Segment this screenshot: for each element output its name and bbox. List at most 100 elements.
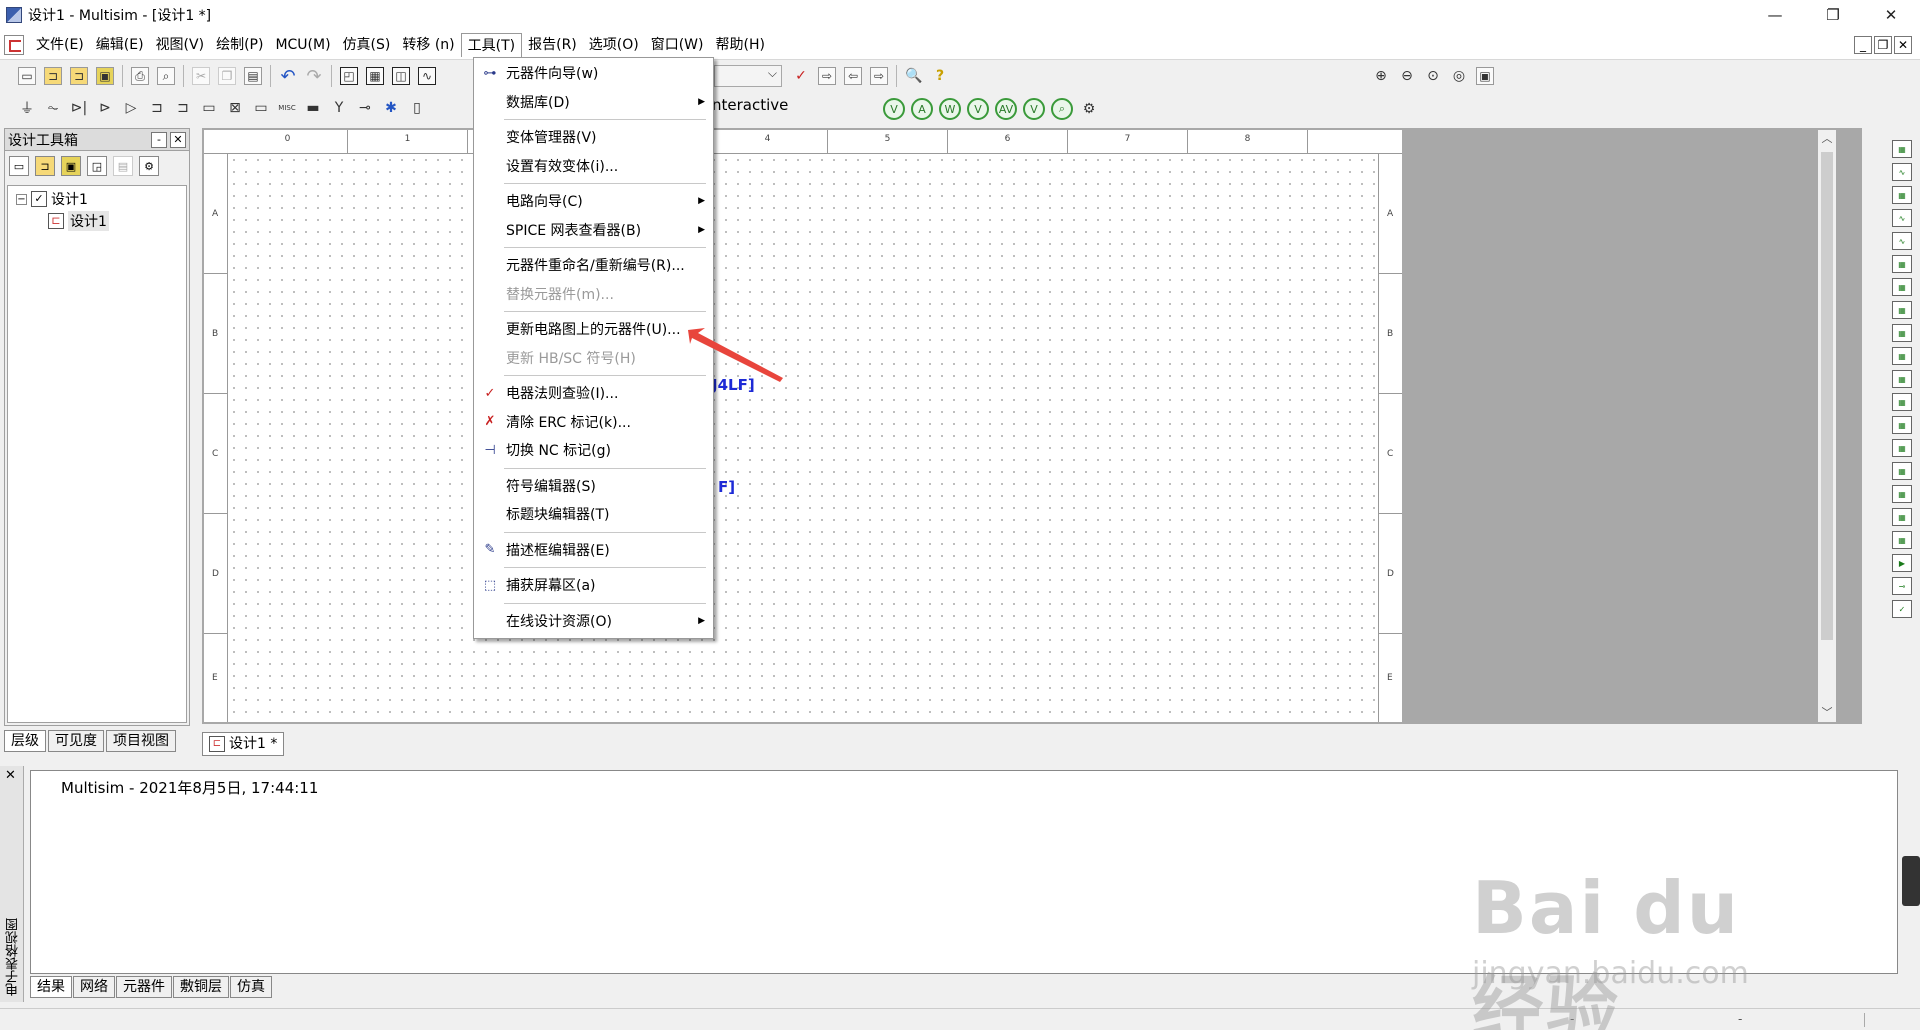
indicator-icon[interactable]: ▭ — [248, 96, 274, 120]
misc-icon[interactable]: MISC — [274, 96, 300, 120]
tab-components[interactable]: 元器件 — [116, 976, 172, 998]
labview-instrument-icon[interactable]: ▶ — [1892, 554, 1912, 572]
multimeter-icon[interactable]: ▦ — [1892, 140, 1912, 158]
iv-analyzer-icon[interactable]: ▦ — [1892, 370, 1912, 388]
scrollbar-thumb[interactable] — [1821, 152, 1833, 640]
digital-probe-icon[interactable]: ⌕ — [1051, 98, 1073, 120]
network-analyzer-icon[interactable]: ▦ — [1892, 439, 1912, 457]
differential-probe-icon[interactable]: V — [967, 98, 989, 120]
grapher-icon[interactable]: ∿ — [414, 64, 440, 88]
database-manager-icon[interactable]: ◫ — [388, 64, 414, 88]
full-screen-icon[interactable]: ▣ — [1472, 64, 1498, 88]
menu-file[interactable]: 文件(E) — [30, 33, 90, 57]
tree-root[interactable]: − ✓ 设计1 — [16, 188, 88, 210]
open-folder-icon[interactable]: ⊐ — [40, 64, 66, 88]
electromechanical-icon[interactable]: ⊸ — [352, 96, 378, 120]
component-label-fragment[interactable]: J4LF] — [712, 376, 755, 394]
tools-menu-item[interactable]: 电路向导(C) ▶ — [474, 188, 713, 214]
current-probe-instrument-icon[interactable]: ✓ — [1892, 600, 1912, 618]
logic-converter-icon[interactable]: ▦ — [1892, 324, 1912, 342]
frequency-counter-icon[interactable]: ▦ — [1892, 278, 1912, 296]
current-probe-icon[interactable]: A — [911, 98, 933, 120]
tools-menu-item[interactable]: ⊶ 元器件向导(w) — [474, 60, 713, 86]
tools-menu-item[interactable]: 在线设计资源(O) ▶ — [474, 608, 713, 634]
side-panel-grip[interactable] — [1902, 856, 1920, 906]
save-icon[interactable]: ▣ — [92, 64, 118, 88]
probe-settings-icon[interactable]: ⚙ — [1076, 97, 1102, 121]
tools-menu-item[interactable]: 标题块编辑器(T) — [474, 501, 713, 527]
design-properties-icon[interactable]: ⚙ — [139, 156, 159, 176]
menu-view[interactable]: 视图(V) — [150, 33, 211, 57]
wattmeter-icon[interactable]: ▦ — [1892, 186, 1912, 204]
tab-simulation[interactable]: 仿真 — [230, 976, 272, 998]
bode-plotter-icon[interactable]: ▦ — [1892, 255, 1912, 273]
tab-project-view[interactable]: 项目视图 — [106, 730, 176, 752]
agilent-generator-icon[interactable]: ▦ — [1892, 462, 1912, 480]
mdi-restore-button[interactable]: ❐ — [1874, 36, 1892, 54]
rf-icon[interactable]: Y — [326, 96, 352, 120]
power-probe-icon[interactable]: W — [939, 98, 961, 120]
tools-menu-item[interactable]: 元器件重命名/重新编号(R)... — [474, 252, 713, 278]
schematic-sheet[interactable]: 0 1 2 3 4 5 6 7 8 A B C D E A B C D E J4… — [204, 130, 1402, 722]
mixed-icon[interactable]: ⊠ — [222, 96, 248, 120]
menu-window[interactable]: 窗口(W) — [645, 33, 710, 57]
tree-child[interactable]: ⊏ 设计1 — [48, 210, 109, 232]
tree-collapse-icon[interactable]: − — [16, 193, 27, 205]
tab-nets[interactable]: 网络 — [73, 976, 115, 998]
toggle-toolbox-icon[interactable]: ◰ — [336, 64, 362, 88]
menu-place[interactable]: 绘制(P) — [210, 33, 269, 57]
new-file-icon[interactable]: ▭ — [14, 64, 40, 88]
tools-menu-item[interactable]: SPICE 网表查看器(B) ▶ — [474, 217, 713, 243]
help-icon[interactable]: ? — [927, 64, 953, 88]
component-label-fragment[interactable]: F] — [718, 478, 735, 496]
transfer-icon[interactable]: ⇨ — [814, 64, 840, 88]
new-subcircuit-icon[interactable]: ◲ — [87, 156, 107, 176]
agilent-multimeter-icon[interactable]: ▦ — [1892, 485, 1912, 503]
resize-grip[interactable] — [1864, 1013, 1916, 1027]
tools-menu-item[interactable]: ✗ 清除 ERC 标记(k)... — [474, 409, 713, 435]
tab-visibility[interactable]: 可见度 — [48, 730, 104, 752]
ttl-icon[interactable]: ⊐ — [144, 96, 170, 120]
menu-options[interactable]: 选项(O) — [583, 33, 645, 57]
cmos-icon[interactable]: ⊐ — [170, 96, 196, 120]
tools-menu-item[interactable]: 更新电路图上的元器件(U)... — [474, 316, 713, 342]
toolbox-close-button[interactable]: ✕ — [170, 131, 186, 148]
document-system-icon[interactable] — [4, 34, 24, 55]
misc-digital-icon[interactable]: ▭ — [196, 96, 222, 120]
spectrum-analyzer-icon[interactable]: ▦ — [1892, 416, 1912, 434]
delete-design-icon[interactable]: ▤ — [113, 156, 133, 176]
in-use-list-dropdown[interactable] — [714, 65, 782, 87]
minimize-button[interactable]: — — [1746, 0, 1804, 30]
menu-mcu[interactable]: MCU(M) — [269, 33, 336, 57]
tab-hierarchy[interactable]: 层级 — [4, 730, 46, 752]
find-examples-icon[interactable]: 🔍 — [901, 64, 927, 88]
tools-menu-item[interactable]: 数据库(D) ▶ — [474, 89, 713, 115]
scroll-up-icon[interactable]: ︿ — [1818, 130, 1836, 148]
copy-icon[interactable]: ❐ — [214, 64, 240, 88]
mdi-minimize-button[interactable]: _ — [1854, 36, 1872, 54]
tools-menu-item[interactable]: ✎ 描述框编辑器(E) — [474, 537, 713, 563]
tab-copper-layers[interactable]: 敷铜层 — [173, 976, 229, 998]
spreadsheet-close-button[interactable]: ✕ — [5, 768, 16, 783]
reference-probe-icon[interactable]: V — [1023, 98, 1045, 120]
forward-annotate-icon[interactable]: ⇨ — [866, 64, 892, 88]
tools-menu-item[interactable]: 变体管理器(V) — [474, 124, 713, 150]
scroll-down-icon[interactable]: ﹀ — [1818, 704, 1836, 722]
open-design-icon[interactable]: ⊐ — [35, 156, 55, 176]
vertical-scrollbar[interactable]: ︿ ﹀ — [1818, 130, 1836, 722]
agilent-oscilloscope-icon[interactable]: ▦ — [1892, 508, 1912, 526]
menu-tools[interactable]: 工具(T) — [460, 32, 523, 57]
tools-menu-item[interactable]: ⊣ 切换 NC 标记(g) — [474, 437, 713, 463]
zoom-fit-icon[interactable]: ◎ — [1446, 64, 1472, 88]
distortion-analyzer-icon[interactable]: ▦ — [1892, 393, 1912, 411]
voltage-probe-icon[interactable]: V — [883, 98, 905, 120]
tools-menu-item[interactable]: 设置有效变体(i)... — [474, 153, 713, 179]
menu-edit[interactable]: 编辑(E) — [90, 33, 150, 57]
menu-help[interactable]: 帮助(H) — [710, 33, 771, 57]
logic-analyzer-icon[interactable]: ▦ — [1892, 347, 1912, 365]
schematic-workspace[interactable]: 0 1 2 3 4 5 6 7 8 A B C D E A B C D E J4… — [202, 128, 1862, 724]
current-clamp-icon[interactable]: ⊸ — [1892, 577, 1912, 595]
mcu-icon[interactable]: ▯ — [404, 96, 430, 120]
oscilloscope-icon[interactable]: ∿ — [1892, 209, 1912, 227]
function-generator-icon[interactable]: ∿ — [1892, 163, 1912, 181]
